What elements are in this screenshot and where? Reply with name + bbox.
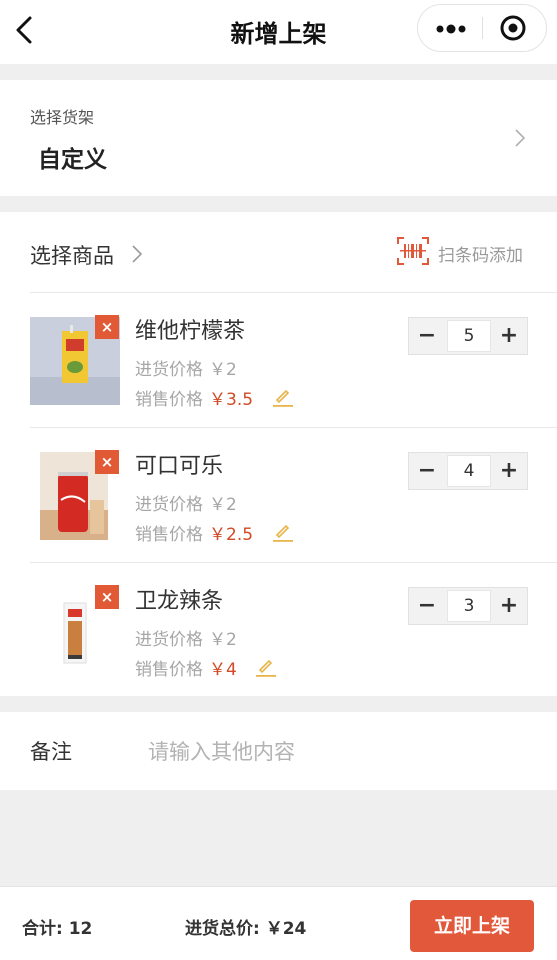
target-icon[interactable] xyxy=(484,5,546,51)
goods-item: × 维他柠檬茶 进货价格 ￥2 销售价格 ￥3.5 − 5 + xyxy=(30,293,557,428)
pencil-icon[interactable] xyxy=(272,386,294,408)
quantity-stepper: − 5 + xyxy=(408,317,528,355)
submit-button[interactable]: 立即上架 xyxy=(410,900,534,952)
quantity-input[interactable]: 3 xyxy=(447,590,491,622)
sale-price: 销售价格 ￥4 xyxy=(135,660,237,680)
product-name: 卫龙辣条 xyxy=(135,589,224,614)
remark-input[interactable]: 请输入其他内容 xyxy=(148,736,295,766)
goods-item: × 可口可乐 进货价格 ￥2 销售价格 ￥2.5 − 4 + xyxy=(30,428,557,563)
remove-item-button[interactable]: × xyxy=(95,450,119,474)
remove-item-button[interactable]: × xyxy=(95,315,119,339)
quantity-stepper: − 4 + xyxy=(408,452,528,490)
capsule-divider xyxy=(482,17,483,39)
scan-label: 扫条码添加 xyxy=(438,246,523,266)
decrease-button[interactable]: − xyxy=(409,318,445,354)
pencil-icon[interactable] xyxy=(255,656,277,678)
increase-button[interactable]: + xyxy=(491,453,527,489)
pencil-icon[interactable] xyxy=(272,521,294,543)
product-name: 维他柠檬茶 xyxy=(135,319,246,344)
barcode-icon xyxy=(396,236,430,266)
select-goods-label[interactable]: 选择商品 xyxy=(30,240,114,270)
chevron-right-icon xyxy=(512,126,528,154)
increase-button[interactable]: + xyxy=(491,588,527,624)
more-dots-icon[interactable] xyxy=(418,5,482,51)
sale-price: 销售价格 ￥3.5 xyxy=(135,390,254,410)
shelf-label: 选择货架 xyxy=(30,108,95,127)
mini-program-capsule xyxy=(417,4,547,52)
decrease-button[interactable]: − xyxy=(409,588,445,624)
chevron-right-icon[interactable] xyxy=(130,243,144,269)
goods-section: 选择商品 扫条码添加 × 维他柠檬茶 进货价格 ￥2 销售价格 ￥3.5 − 5… xyxy=(0,212,557,696)
sale-price: 销售价格 ￥2.5 xyxy=(135,525,254,545)
bottom-bar: 合计: 12 进货总价: ￥24 立即上架 xyxy=(0,886,557,960)
shelf-value: 自定义 xyxy=(38,147,107,173)
remark-label: 备注 xyxy=(30,740,72,764)
remove-item-button[interactable]: × xyxy=(95,585,119,609)
scan-barcode-button[interactable]: 扫条码添加 xyxy=(396,236,536,268)
goods-item: × 卫龙辣条 进货价格 ￥2 销售价格 ￥4 − 3 + xyxy=(30,563,557,698)
increase-button[interactable]: + xyxy=(491,318,527,354)
total-count: 合计: 12 xyxy=(22,919,93,939)
decrease-button[interactable]: − xyxy=(409,453,445,489)
quantity-input[interactable]: 4 xyxy=(447,455,491,487)
cost-price: 进货价格 ￥2 xyxy=(135,630,237,650)
cost-price: 进货价格 ￥2 xyxy=(135,495,237,515)
remark-section: 备注 请输入其他内容 xyxy=(0,712,557,790)
quantity-input[interactable]: 5 xyxy=(447,320,491,352)
product-name: 可口可乐 xyxy=(135,454,224,479)
total-cost: 进货总价: ￥24 xyxy=(185,919,307,939)
quantity-stepper: − 3 + xyxy=(408,587,528,625)
shelf-selector[interactable]: 选择货架 自定义 xyxy=(0,80,557,196)
nav-bar: 新增上架 xyxy=(0,0,557,64)
cost-price: 进货价格 ￥2 xyxy=(135,360,237,380)
